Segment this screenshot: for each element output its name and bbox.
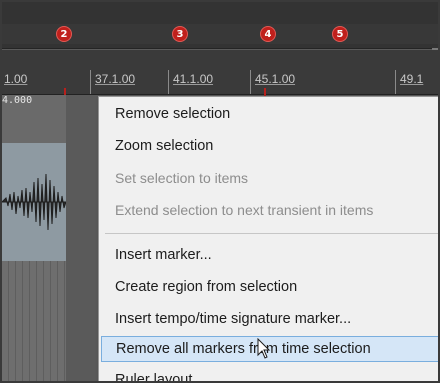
timeline-ruler[interactable]: 1.00 37.1.00 41.1.00 45.1.00 49.1 [2,50,438,118]
menu-separator [105,233,438,234]
ruler-label: 41.1.00 [173,72,214,86]
ruler-tick [90,70,91,94]
ruler-label: 45.1.00 [255,72,296,86]
menu-item-set-selection-to-items[interactable]: Set selection to items [101,165,438,191]
menu-item-remove-selection[interactable]: Remove selection [101,101,438,127]
menu-item-create-region[interactable]: Create region from selection [101,274,438,300]
ruler-label: 1.00 [4,72,28,86]
ruler-tick [250,70,251,94]
marker-lane[interactable]: 2 3 4 5 [2,2,438,49]
menu-item-zoom-selection[interactable]: Zoom selection [101,133,438,159]
menu-item-insert-marker[interactable]: Insert marker... [101,242,438,268]
empty-track-lane[interactable] [2,261,66,381]
ruler-tick [395,70,396,94]
menu-item-extend-selection-to-transient[interactable]: Extend selection to next transient in it… [101,197,438,223]
marker-3[interactable]: 3 [172,26,188,42]
mouse-pointer-icon [257,338,271,359]
marker-5[interactable]: 5 [332,26,348,42]
marker-2[interactable]: 2 [56,26,72,42]
daw-arrange-view: 2 3 4 5 1.00 37.1.00 41.1.00 45.1.00 49.… [0,0,440,383]
waveform [2,173,66,231]
item-position-label: 4.000 [2,95,33,106]
ruler-label: 49.1 [400,72,424,86]
menu-item-insert-tempo-marker[interactable]: Insert tempo/time signature marker... [101,306,438,332]
menu-item-ruler-layout[interactable]: Ruler layout [101,367,438,381]
ruler-tick [168,70,169,94]
ruler-label: 37.1.00 [95,72,136,86]
marker-4[interactable]: 4 [260,26,276,42]
